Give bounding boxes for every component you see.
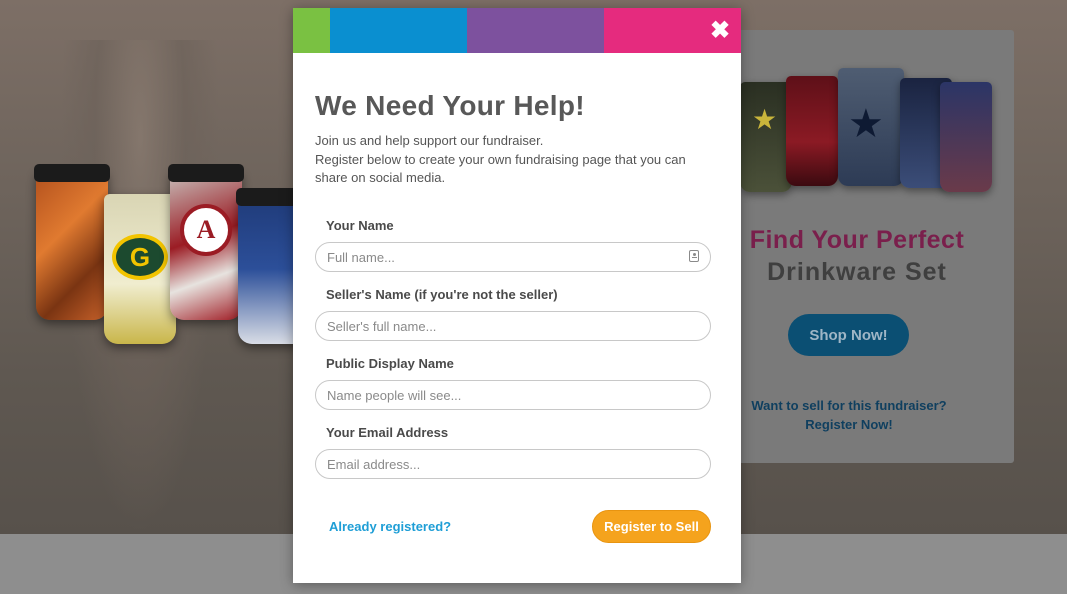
contact-card-icon[interactable] (689, 250, 699, 262)
color-bar (293, 8, 741, 53)
color-bar-purple (467, 8, 604, 53)
email-input[interactable] (315, 449, 711, 479)
register-modal: ✖ We Need Your Help! Join us and help su… (293, 8, 741, 583)
your-name-label: Your Name (326, 218, 394, 233)
register-to-sell-button[interactable]: Register to Sell (592, 510, 711, 543)
modal-intro: Join us and help support our fundraiser.… (315, 132, 715, 188)
your-name-input[interactable] (315, 242, 711, 272)
intro-line-2: Register below to create your own fundra… (315, 151, 686, 186)
color-bar-green (293, 8, 330, 53)
close-icon[interactable]: ✖ (707, 18, 733, 44)
already-registered-link[interactable]: Already registered? (329, 519, 451, 534)
color-bar-blue (330, 8, 467, 53)
email-label: Your Email Address (326, 425, 449, 440)
intro-line-1: Join us and help support our fundraiser. (315, 133, 544, 148)
modal-title: We Need Your Help! (315, 90, 585, 121)
display-name-label: Public Display Name (326, 356, 454, 371)
display-name-input[interactable] (315, 380, 711, 410)
seller-name-label: Seller's Name (if you're not the seller) (326, 287, 558, 302)
seller-name-input[interactable] (315, 311, 711, 341)
